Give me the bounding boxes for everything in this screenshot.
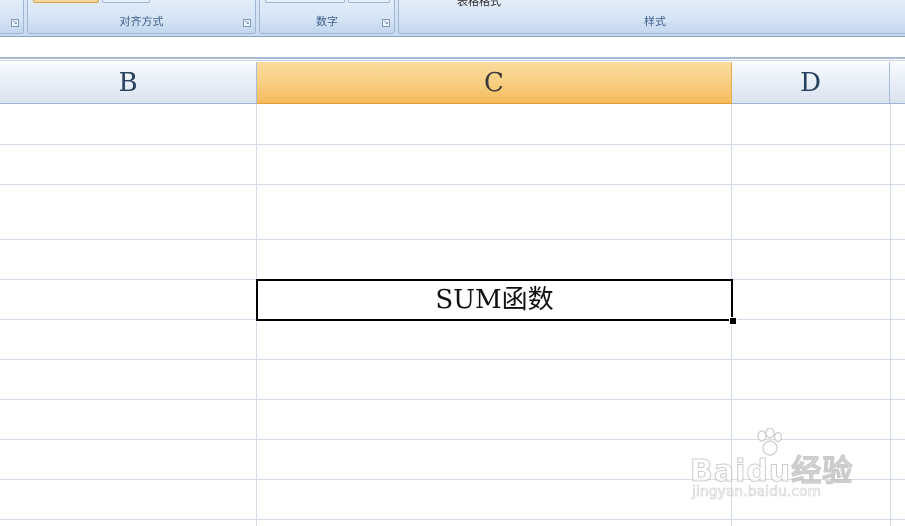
baidu-watermark: Baidu经验 jingyan.baidu.com: [689, 428, 890, 508]
number-format-button[interactable]: [265, 0, 345, 3]
number-launcher-icon[interactable]: ↘: [382, 19, 390, 27]
fill-handle[interactable]: [729, 317, 737, 325]
decimal-button[interactable]: [348, 0, 390, 3]
wrap-text-button[interactable]: [102, 0, 150, 3]
ribbon-group-number: 数字 ↘: [259, 0, 395, 34]
row-gridline: [0, 144, 905, 145]
alignment-button[interactable]: [33, 0, 99, 3]
ribbon-group-alignment: 对齐方式 ↘: [27, 0, 256, 34]
row-gridline: [0, 184, 905, 185]
dialog-launcher-icon[interactable]: ↘: [11, 19, 19, 27]
ribbon-group-label: 数字: [316, 15, 338, 28]
row-gridline: [0, 359, 905, 360]
divider: [0, 57, 905, 59]
formula-bar: [0, 37, 905, 61]
divider: [0, 60, 905, 61]
row-gridline: [0, 519, 905, 520]
ribbon-group-label: 样式: [644, 15, 666, 28]
spreadsheet-window: ↘ 对齐方式 ↘ 数字 ↘ 表格格式 样式 B C D SUM函数 Baidu经…: [0, 0, 905, 526]
ribbon: ↘ 对齐方式 ↘ 数字 ↘ 表格格式 样式: [0, 0, 905, 37]
column-header-e[interactable]: [890, 62, 905, 104]
row-gridline: [0, 399, 905, 400]
ribbon-group-label: 对齐方式: [119, 15, 164, 28]
alignment-launcher-icon[interactable]: ↘: [243, 19, 251, 27]
column-header-d[interactable]: D: [732, 62, 890, 104]
format-as-table-button[interactable]: 表格格式: [457, 0, 501, 9]
ribbon-group-partial: ↘: [0, 0, 24, 34]
ribbon-group-styles: 表格格式 样式: [398, 0, 905, 34]
watermark-url: jingyan.baidu.com: [692, 484, 822, 501]
active-cell-c[interactable]: SUM函数: [256, 279, 733, 321]
column-header-c[interactable]: C: [257, 62, 732, 104]
column-header-b[interactable]: B: [0, 62, 257, 104]
column-gridline: [890, 104, 891, 526]
row-gridline: [0, 239, 905, 240]
